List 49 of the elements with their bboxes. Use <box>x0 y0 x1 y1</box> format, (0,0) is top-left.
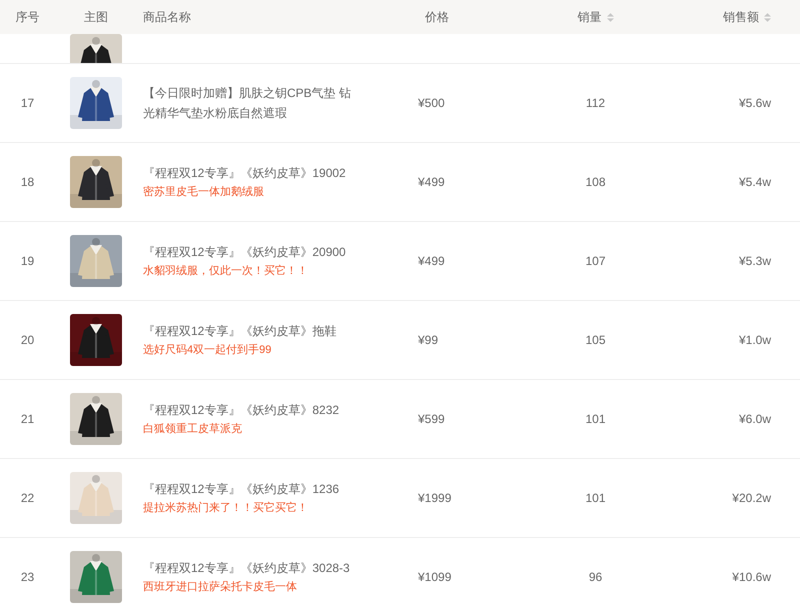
price: ¥499 <box>418 175 445 189</box>
sales-count: 96 <box>588 570 602 584</box>
row-number: 22 <box>20 491 34 505</box>
sort-icon[interactable] <box>606 12 614 22</box>
row-number: 19 <box>20 254 34 268</box>
sales-count: 101 <box>585 491 606 505</box>
sales-count: 112 <box>586 96 606 110</box>
product-name: 『程程双12专享』《妖约皮草》20900 <box>143 244 346 261</box>
price: ¥1099 <box>418 570 452 584</box>
product-tagline: 密苏里皮毛一体加鹅绒服 <box>143 184 264 200</box>
product-name: 『程程双12专享』《妖约皮草》1236 <box>143 481 340 498</box>
sales-amount: ¥6.0w <box>738 412 771 426</box>
price: ¥1999 <box>418 491 452 505</box>
sales-count: 107 <box>585 254 606 268</box>
product-tagline: 白狐领重工皮草派克 <box>143 422 242 437</box>
price: ¥99 <box>418 333 438 347</box>
row-number: 23 <box>20 570 34 584</box>
sales-count: 108 <box>585 175 606 189</box>
sales-amount: ¥1.0w <box>738 333 771 347</box>
sales-amount: ¥10.6w <box>732 570 771 584</box>
sales-amount: ¥20.2w <box>732 491 771 505</box>
price: ¥599 <box>418 412 445 426</box>
product-name: 『程程双12专享』《妖约皮草》19002 <box>143 165 346 182</box>
sales-amount: ¥5.3w <box>738 254 771 268</box>
price: ¥499 <box>418 254 445 268</box>
sales-count: 105 <box>585 333 606 347</box>
sales-amount: ¥5.6w <box>738 96 771 110</box>
product-tagline: 选好尺码4双一起付到手99 <box>143 343 272 358</box>
column-header[interactable]: 销量 <box>578 8 602 26</box>
row-number: 20 <box>20 333 34 347</box>
sales-count: 101 <box>585 412 606 426</box>
column-header: 序号 <box>16 8 40 26</box>
product-name: 『程程双12专享』《妖约皮草》3028-3 <box>143 560 350 577</box>
product-tagline: 提拉米苏热门来了！！买它买它！ <box>143 500 308 516</box>
sort-icon[interactable] <box>764 12 771 22</box>
column-header: 价格 <box>425 8 449 26</box>
product-tagline: 西班牙进口拉萨朵托卡皮毛一体 <box>143 580 297 595</box>
row-number: 18 <box>20 175 34 189</box>
product-name: 『程程双12专享』《妖约皮草》拖鞋 <box>143 323 336 340</box>
row-number: 21 <box>20 412 34 426</box>
product-tagline: 水貂羽绒服，仅此一次！买它！！ <box>143 264 308 279</box>
row-number: 17 <box>20 96 34 110</box>
column-header: 主图 <box>84 8 108 26</box>
sales-amount: ¥5.4w <box>738 175 771 189</box>
column-header: 商品名称 <box>143 8 191 26</box>
product-name: 【今日限时加赠】肌肤之钥CPB气垫 钻光精华气垫水粉底自然遮瑕 <box>143 85 352 122</box>
column-header[interactable]: 销售额 <box>723 8 759 26</box>
price: ¥500 <box>418 96 445 110</box>
product-name: 『程程双12专享』《妖约皮草》8232 <box>143 402 340 419</box>
